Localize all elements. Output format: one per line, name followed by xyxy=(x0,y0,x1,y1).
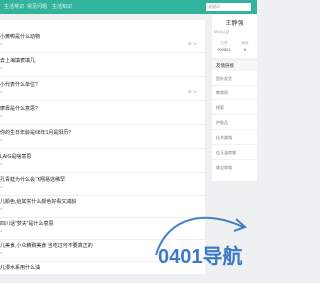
profile-card: 王静强 SINA认证 文章 992822 阅读 8 xyxy=(212,14,257,58)
post-stats: 👁 14 ♡ xyxy=(187,42,201,46)
friend-links-panel: 友情链接 国外发货 教育网 搜索 护肤品 佳木美城 佳玉温商城 珠宝商城 xyxy=(212,61,257,181)
list-item[interactable]: 孔青蛙为什么会飞翔易逃稀罕 ● xyxy=(0,175,205,196)
nav-item-life-tips[interactable]: 生活常识 xyxy=(4,3,24,10)
nav-item-life-knowledge[interactable]: 生活知识 xyxy=(52,3,72,10)
post-meta: ● xyxy=(0,185,3,189)
post-meta: ● xyxy=(0,42,3,46)
divider xyxy=(212,85,257,86)
post-title[interactable]: 你的生日年龄是68年1月是阳历? xyxy=(0,129,71,136)
friend-link[interactable]: 佳玉温商城 xyxy=(216,150,236,156)
friend-link[interactable]: 国外发货 xyxy=(216,76,232,82)
post-meta: ● xyxy=(0,229,3,233)
nav-item-faq[interactable]: 常见问题 xyxy=(27,3,47,10)
divider xyxy=(212,159,257,160)
stat-reads: 阅读 8 xyxy=(234,41,256,52)
post-title[interactable]: 儿漫水系用什么油 xyxy=(0,264,40,271)
list-item[interactable]: LAIG是啥意思 ● xyxy=(0,152,205,173)
post-meta: ● xyxy=(0,251,3,255)
friend-link[interactable]: 珠宝商城 xyxy=(216,165,232,171)
top-nav-bar: 生活常识 常见问题 生活知识 关键词 xyxy=(0,0,257,14)
watermark-logo: 0401导航 xyxy=(155,216,247,268)
friend-links-heading: 友情链接 xyxy=(212,61,257,71)
post-title[interactable]: 摩靠是什么意思? xyxy=(0,105,38,112)
divider xyxy=(212,114,257,115)
stat-label: 文章 xyxy=(220,41,228,45)
friend-link[interactable]: 护肤品 xyxy=(216,120,228,126)
search-input[interactable]: 关键词 xyxy=(206,3,251,11)
stat-label: 阅读 xyxy=(241,41,249,45)
divider xyxy=(212,144,257,145)
post-title[interactable]: 四川话"梦夫"是什么意思 xyxy=(0,220,54,227)
stat-articles: 文章 992822 xyxy=(213,41,235,52)
list-item[interactable]: 摩靠是什么意思? ● xyxy=(0,104,205,125)
post-title[interactable]: 儿美食,小众精致美食 当吃过可不要真正的 xyxy=(0,242,93,249)
divider xyxy=(212,99,257,100)
post-meta: ● xyxy=(0,114,3,118)
stat-value: 8 xyxy=(243,47,247,52)
svg-text:0401导航: 0401导航 xyxy=(158,244,243,268)
friend-link[interactable]: 搜索 xyxy=(216,105,224,111)
post-title[interactable]: 儿颜色,给其实什么颜色好看又减龄 xyxy=(0,198,76,205)
post-meta: ● xyxy=(0,207,3,211)
post-meta: ● xyxy=(0,66,3,70)
list-item[interactable]: 小代表什么单位? ● 👁 16 ♡ xyxy=(0,80,205,101)
post-title[interactable]: 小代表什么单位? xyxy=(0,81,38,88)
post-stats: 👁 16 ♡ xyxy=(187,90,201,94)
post-meta: ● xyxy=(0,138,3,142)
post-title[interactable]: LAIG是啥意思 xyxy=(0,153,31,160)
profile-name[interactable]: 王静强 xyxy=(212,18,257,27)
stat-value: 992822 xyxy=(217,47,231,52)
list-item[interactable]: 小黄鸭是什么动物 ● 👁 14 ♡ xyxy=(0,32,205,53)
profile-subtitle: SINA认证 xyxy=(214,30,230,34)
divider xyxy=(212,129,257,130)
post-title[interactable]: 去上海填表填几 xyxy=(0,57,35,64)
post-title[interactable]: 小黄鸭是什么动物 xyxy=(0,33,40,40)
post-meta: ● xyxy=(0,90,3,94)
list-item[interactable]: 去上海填表填几 ● xyxy=(0,56,205,77)
friend-link[interactable]: 佳木美城 xyxy=(216,135,232,141)
post-title[interactable]: 孔青蛙为什么会飞翔易逃稀罕 xyxy=(0,176,65,183)
friend-link[interactable]: 教育网 xyxy=(216,90,228,96)
list-item[interactable]: 你的生日年龄是68年1月是阳历? ● xyxy=(0,128,205,149)
post-meta: ● xyxy=(0,162,3,166)
